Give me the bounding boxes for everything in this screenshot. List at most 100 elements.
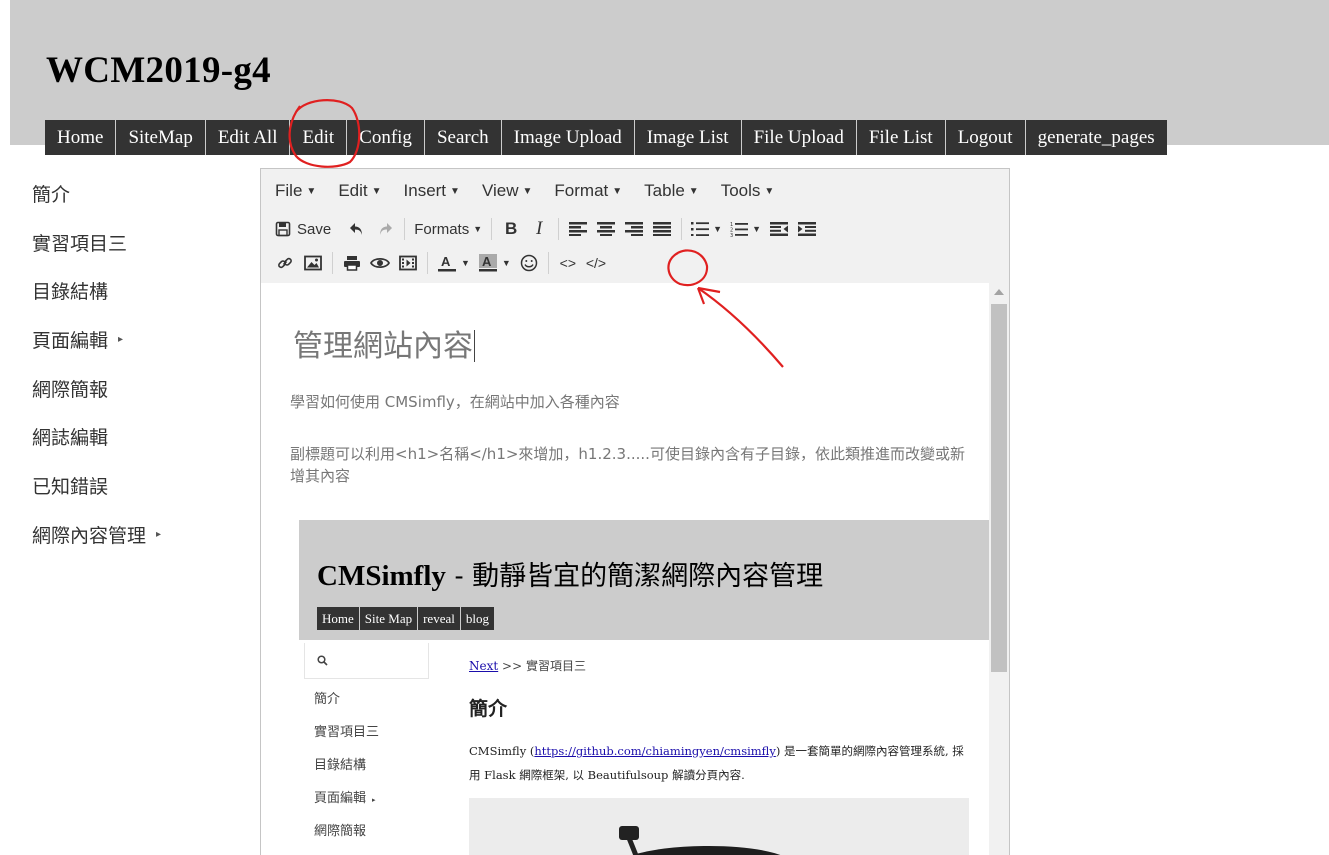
preview-icon xyxy=(370,257,390,269)
embedded-nav-reveal: reveal xyxy=(418,607,461,630)
save-button[interactable]: Save xyxy=(271,215,335,243)
numbered-list-button[interactable]: 123 ▼ xyxy=(726,215,765,243)
embedded-heading: 簡介 xyxy=(469,698,508,720)
embedded-photo xyxy=(469,798,969,855)
editor-scrollbar[interactable] xyxy=(989,283,1009,855)
text-color-button[interactable]: A ▼ xyxy=(433,249,474,277)
align-left-button[interactable] xyxy=(564,215,592,243)
emoticons-button[interactable] xyxy=(515,249,543,277)
insert-media-button[interactable] xyxy=(394,249,422,277)
sidebar-item-label: 簡介 xyxy=(32,184,71,206)
save-label: Save xyxy=(297,220,332,238)
background-color-button[interactable]: A ▼ xyxy=(474,249,515,277)
preview-button[interactable] xyxy=(366,249,394,277)
sidebar-item-web-content-management[interactable]: 網際內容管理 ▸ xyxy=(32,521,242,570)
align-center-button[interactable] xyxy=(592,215,620,243)
align-center-icon xyxy=(597,222,616,236)
menu-label: Insert xyxy=(403,181,447,200)
caret-down-icon: ▼ xyxy=(688,186,699,197)
embedded-side-item: 簡介 xyxy=(314,688,379,721)
formats-dropdown[interactable]: Formats ▼ xyxy=(410,215,486,243)
headphones-photo xyxy=(469,798,969,855)
bullet-list-button[interactable]: ▼ xyxy=(687,215,726,243)
nav-file-list[interactable]: File List xyxy=(856,120,946,155)
nav-edit-all[interactable]: Edit All xyxy=(205,120,291,155)
sidebar-item-directory-structure[interactable]: 目錄結構 xyxy=(32,277,242,326)
embedded-side-label: 簡介 xyxy=(314,692,341,707)
caret-down-icon: ▼ xyxy=(713,224,723,234)
menu-insert[interactable]: Insert ▼ xyxy=(404,181,460,201)
scrollbar-thumb[interactable] xyxy=(991,304,1007,672)
text-color-icon: A xyxy=(438,254,456,272)
italic-icon: I xyxy=(535,218,543,239)
embedded-side-label: 實習項目三 xyxy=(314,725,380,740)
nav-edit[interactable]: Edit xyxy=(290,120,348,155)
sidebar-item-known-errors[interactable]: 已知錯誤 xyxy=(32,472,242,521)
toolbar-separator xyxy=(547,252,549,274)
indent-button[interactable] xyxy=(793,215,821,243)
nav-generate-pages[interactable]: generate_pages xyxy=(1025,120,1167,155)
menu-format[interactable]: Format ▼ xyxy=(554,181,622,201)
sidebar-item-blog-editing[interactable]: 網誌編輯 xyxy=(32,423,242,472)
caret-right-icon: ▸ xyxy=(372,796,376,804)
caret-down-icon: ▼ xyxy=(522,186,533,197)
menu-table[interactable]: Table ▼ xyxy=(644,181,699,201)
menu-view[interactable]: View ▼ xyxy=(482,181,532,201)
nav-search[interactable]: Search xyxy=(424,120,502,155)
insert-image-button[interactable] xyxy=(299,249,327,277)
redo-button[interactable] xyxy=(371,215,399,243)
align-justify-button[interactable] xyxy=(648,215,676,243)
caret-down-icon: ▼ xyxy=(612,186,623,197)
source-code-icon: </> xyxy=(585,255,607,271)
code-sample-button[interactable]: <> xyxy=(554,249,582,277)
caret-down-icon: ▼ xyxy=(450,186,460,197)
nav-image-upload[interactable]: Image Upload xyxy=(501,120,635,155)
nav-home[interactable]: Home xyxy=(45,120,117,155)
scroll-up-arrow-icon[interactable] xyxy=(994,289,1004,295)
code-icon: <> xyxy=(559,255,577,271)
background-color-icon: A xyxy=(478,254,497,272)
sidebar-item-label: 網際內容管理 xyxy=(32,524,147,547)
rich-text-editor: File ▼ Edit ▼ Insert ▼ View ▼ Format ▼ Table ▼… xyxy=(260,168,1010,855)
site-title: WCM2019-g4 xyxy=(46,50,271,91)
text-cursor xyxy=(474,330,475,362)
sidebar-item-project-three[interactable]: 實習項目三 xyxy=(32,229,242,278)
caret-down-icon: ▼ xyxy=(306,186,317,197)
editor-content-area[interactable]: 管理網站內容 學習如何使用 CMSimfly，在網站中加入各種內容 副標題可以利… xyxy=(261,283,989,855)
menu-label: Table xyxy=(644,181,685,200)
nav-sitemap[interactable]: SiteMap xyxy=(116,120,206,155)
sidebar-item-web-presentation[interactable]: 網際簡報 xyxy=(32,375,242,424)
sidebar-item-intro[interactable]: 簡介 xyxy=(32,180,242,229)
menu-label: Format xyxy=(554,181,609,200)
nav-image-list[interactable]: Image List xyxy=(634,120,742,155)
menu-edit[interactable]: Edit ▼ xyxy=(338,181,381,201)
embedded-side-label: 網際簡報 xyxy=(314,824,367,839)
embedded-side-label: 頁面編輯 xyxy=(314,791,367,806)
caret-down-icon: ▼ xyxy=(473,224,483,234)
align-right-button[interactable] xyxy=(620,215,648,243)
embedded-nav: Home Site Map reveal blog xyxy=(317,607,494,630)
caret-right-icon: ▸ xyxy=(156,528,162,540)
source-code-button[interactable]: </> xyxy=(582,249,610,277)
image-icon xyxy=(304,255,322,271)
menu-file[interactable]: File ▼ xyxy=(275,181,316,201)
undo-button[interactable] xyxy=(343,215,371,243)
insert-link-button[interactable] xyxy=(271,249,299,277)
align-left-icon xyxy=(569,222,588,236)
embedded-nav-sitemap: Site Map xyxy=(360,607,419,630)
menu-tools[interactable]: Tools ▼ xyxy=(721,181,775,201)
embedded-screenshot: CMSimfly - 動靜皆宜的簡潔網際內容管理 Home Site Map r… xyxy=(299,520,989,855)
bold-button[interactable]: B xyxy=(497,215,525,243)
outdent-button[interactable] xyxy=(765,215,793,243)
toolbar-separator xyxy=(681,218,683,240)
embedded-title-rest: - 動靜皆宜的簡潔網際內容管理 xyxy=(445,561,824,592)
outdent-icon xyxy=(769,222,788,236)
sidebar-item-page-editing[interactable]: 頁面編輯 ▸ xyxy=(32,326,242,375)
italic-button[interactable]: I xyxy=(525,215,553,243)
nav-logout[interactable]: Logout xyxy=(945,120,1026,155)
nav-file-upload[interactable]: File Upload xyxy=(741,120,857,155)
menu-label: Edit xyxy=(338,181,368,200)
print-button[interactable] xyxy=(338,249,366,277)
nav-config[interactable]: Config xyxy=(347,120,425,155)
embedded-breadcrumb: Next >> 實習項目三 xyxy=(469,657,586,674)
